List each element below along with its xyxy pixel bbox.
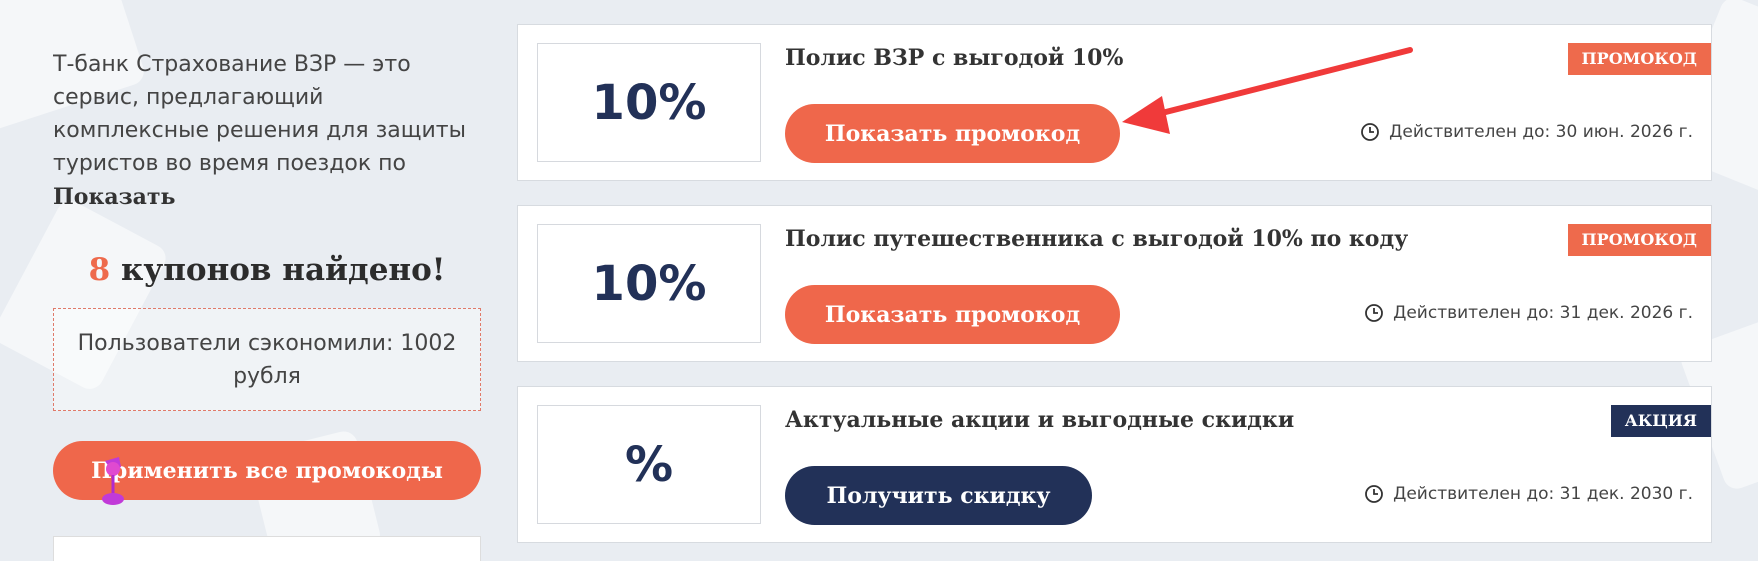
savings-box: Пользователи сэкономили: 1002 рубля xyxy=(53,308,481,411)
show-promocode-button[interactable]: Показать промокод xyxy=(785,104,1120,163)
coupon-title[interactable]: Актуальные акции и выгодные скидки xyxy=(785,407,1294,433)
coupon-discount: % xyxy=(537,405,761,524)
coupon-card: 10% Полис путешественника с выгодой 10% … xyxy=(517,205,1712,362)
coupons-found-text: купонов найдено! xyxy=(110,252,446,288)
coupon-badge-sale: АКЦИЯ xyxy=(1610,405,1711,437)
savings-text: Пользователи сэкономили: 1002 рубля xyxy=(77,330,457,389)
get-discount-button[interactable]: Получить скидку xyxy=(785,466,1092,525)
clock-icon xyxy=(1365,485,1383,503)
sidebar-next-block xyxy=(53,536,481,561)
store-description: Т-банк Страхование ВЗР — это сервис, пре… xyxy=(53,52,466,176)
apply-all-label: Применить все промокоды xyxy=(91,457,443,484)
coupon-discount: 10% xyxy=(537,43,761,162)
store-sidebar: Т-банк Страхование ВЗР — это сервис, пре… xyxy=(53,48,481,561)
coupon-valid-text: Действителен до: 30 июн. 2026 г. xyxy=(1389,122,1693,142)
coupon-badge-promocode: ПРОМОКОД xyxy=(1567,224,1711,256)
coupon-list: 10% Полис ВЗР с выгодой 10% ПРОМОКОД Пок… xyxy=(517,24,1712,561)
coupon-validity: Действителен до: 30 июн. 2026 г. xyxy=(1360,122,1693,142)
coupon-discount: 10% xyxy=(537,224,761,343)
apply-all-promocodes-button[interactable]: Применить все промокоды xyxy=(53,441,481,505)
clock-icon xyxy=(1361,123,1379,141)
show-more-link[interactable]: Показать xyxy=(53,184,175,210)
coupon-validity: Действителен до: 31 дек. 2030 г. xyxy=(1364,484,1693,504)
coupon-valid-text: Действителен до: 31 дек. 2030 г. xyxy=(1393,484,1693,504)
coupon-card: 10% Полис ВЗР с выгодой 10% ПРОМОКОД Пок… xyxy=(517,24,1712,181)
coupon-title[interactable]: Полис путешественника с выгодой 10% по к… xyxy=(785,226,1408,252)
clock-icon xyxy=(1365,304,1383,322)
show-promocode-button[interactable]: Показать промокод xyxy=(785,285,1120,344)
coupon-title[interactable]: Полис ВЗР с выгодой 10% xyxy=(785,45,1123,71)
cursor-pointer-icon xyxy=(102,457,124,505)
coupon-badge-promocode: ПРОМОКОД xyxy=(1567,43,1711,75)
coupon-card: % Актуальные акции и выгодные скидки АКЦ… xyxy=(517,386,1712,543)
coupon-valid-text: Действителен до: 31 дек. 2026 г. xyxy=(1393,303,1693,323)
coupon-validity: Действителен до: 31 дек. 2026 г. xyxy=(1364,303,1693,323)
coupons-found-count: 8 xyxy=(88,252,111,288)
coupons-found-heading: 8 купонов найдено! xyxy=(53,252,481,288)
